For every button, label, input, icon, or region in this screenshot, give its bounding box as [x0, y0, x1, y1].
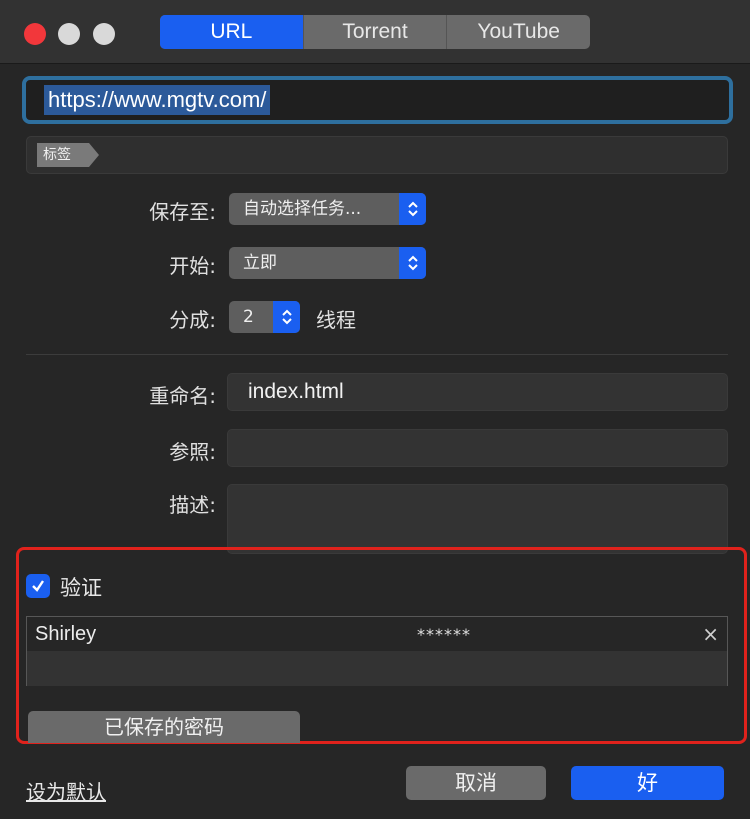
start-select[interactable]: 立即 [229, 247, 426, 279]
tags-field[interactable]: 标签 [26, 136, 728, 174]
save-to-value: 自动选择任务... [243, 199, 362, 219]
section-divider [26, 354, 728, 355]
chevron-up-down-icon [273, 301, 300, 333]
chevron-up-down-icon [399, 247, 426, 279]
rename-label: 重命名: [149, 384, 216, 408]
start-value: 立即 [243, 253, 277, 273]
source-type-segmented-control: URL Torrent YouTube [160, 15, 590, 49]
authentication-checkbox[interactable] [26, 574, 50, 598]
tab-torrent[interactable]: Torrent [304, 15, 448, 49]
referer-input[interactable] [227, 429, 728, 467]
close-window-button[interactable] [24, 23, 46, 45]
threads-suffix: 线程 [316, 308, 356, 332]
url-input-value: https://www.mgtv.com/ [44, 85, 271, 115]
tab-url[interactable]: URL [160, 15, 304, 49]
credential-empty-row [27, 651, 727, 686]
split-label: 分成: [169, 308, 216, 332]
title-bar: URL Torrent YouTube [0, 0, 750, 64]
description-input[interactable] [227, 484, 728, 554]
save-to-select[interactable]: 自动选择任务... [229, 193, 426, 225]
save-to-label: 保存至: [149, 200, 216, 224]
cancel-button[interactable]: 取消 [406, 766, 546, 800]
set-default-link[interactable]: 设为默认 [26, 776, 106, 805]
checkmark-icon [32, 580, 44, 592]
ok-button[interactable]: 好 [571, 766, 724, 800]
description-label: 描述: [169, 493, 216, 517]
credential-password[interactable]: ****** [417, 625, 471, 644]
url-input[interactable]: https://www.mgtv.com/ [22, 76, 733, 124]
chevron-up-down-icon [399, 193, 426, 225]
remove-credential-icon[interactable]: × [702, 622, 719, 646]
credential-username[interactable]: Shirley [35, 623, 96, 646]
start-label: 开始: [169, 254, 216, 278]
saved-passwords-button[interactable]: 已保存的密码 [28, 711, 300, 743]
credentials-table: Shirley ****** × [26, 616, 728, 686]
referer-label: 参照: [169, 440, 216, 464]
thread-count-value: 2 [243, 307, 254, 327]
tag-label: 标签 [37, 143, 99, 167]
rename-input[interactable]: index.html [227, 373, 728, 411]
thread-count-select[interactable]: 2 [229, 301, 300, 333]
maximize-window-button[interactable] [93, 23, 115, 45]
authentication-label: 验证 [60, 576, 102, 600]
credential-row[interactable]: Shirley ****** × [27, 617, 727, 651]
minimize-window-button[interactable] [58, 23, 80, 45]
tab-youtube[interactable]: YouTube [447, 15, 590, 49]
